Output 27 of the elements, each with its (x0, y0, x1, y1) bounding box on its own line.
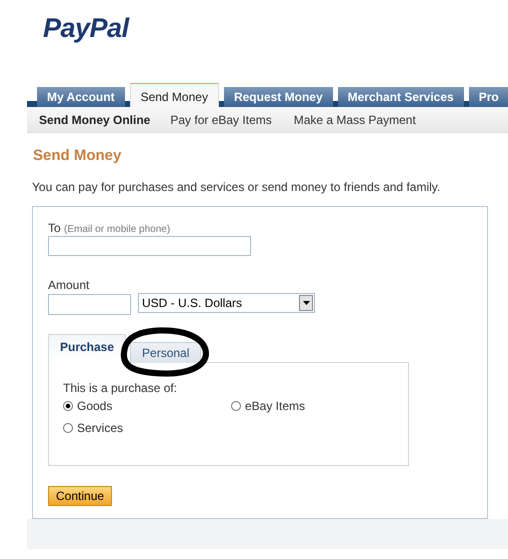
nav-tab[interactable]: My Account (37, 87, 125, 107)
payment-tab[interactable]: Personal (130, 342, 202, 363)
currency-dropdown[interactable]: USD - U.S. Dollars (138, 293, 315, 313)
subnav-link[interactable]: Send Money Online (39, 112, 150, 126)
radio-button[interactable] (231, 401, 241, 411)
nav-tab[interactable]: Request Money (224, 87, 333, 107)
field-label: Amount (48, 278, 90, 292)
subnav-link[interactable]: Pay for eBay Items (170, 112, 272, 126)
option-label: eBay Items (245, 399, 306, 413)
amount-input-field[interactable] (48, 294, 131, 315)
option-label: Goods (77, 399, 112, 413)
question-text: This is a purchase of: (63, 381, 178, 395)
page-heading: Send Money (32, 146, 122, 166)
nav-tab[interactable]: Merchant Services (338, 87, 464, 107)
continue-button[interactable]: Continue (48, 486, 112, 506)
nav-tab[interactable]: Send Money (130, 83, 219, 107)
nav-tab[interactable]: Pro (468, 87, 508, 107)
description-text: You can pay for purchases and services or send money to friends and family. (32, 180, 442, 194)
recipient-input-field[interactable] (48, 236, 251, 256)
option-label: Services (77, 421, 124, 435)
subnav-link[interactable]: Make a Mass Payment (294, 112, 416, 126)
paypal-logo: PayPal (43, 13, 129, 44)
payment-tab[interactable]: Purchase (48, 334, 126, 363)
field-label: To (48, 221, 61, 235)
field-hint: (Email or mobile phone) (64, 224, 170, 235)
radio-button[interactable] (63, 423, 73, 433)
radio-button[interactable] (63, 401, 73, 411)
